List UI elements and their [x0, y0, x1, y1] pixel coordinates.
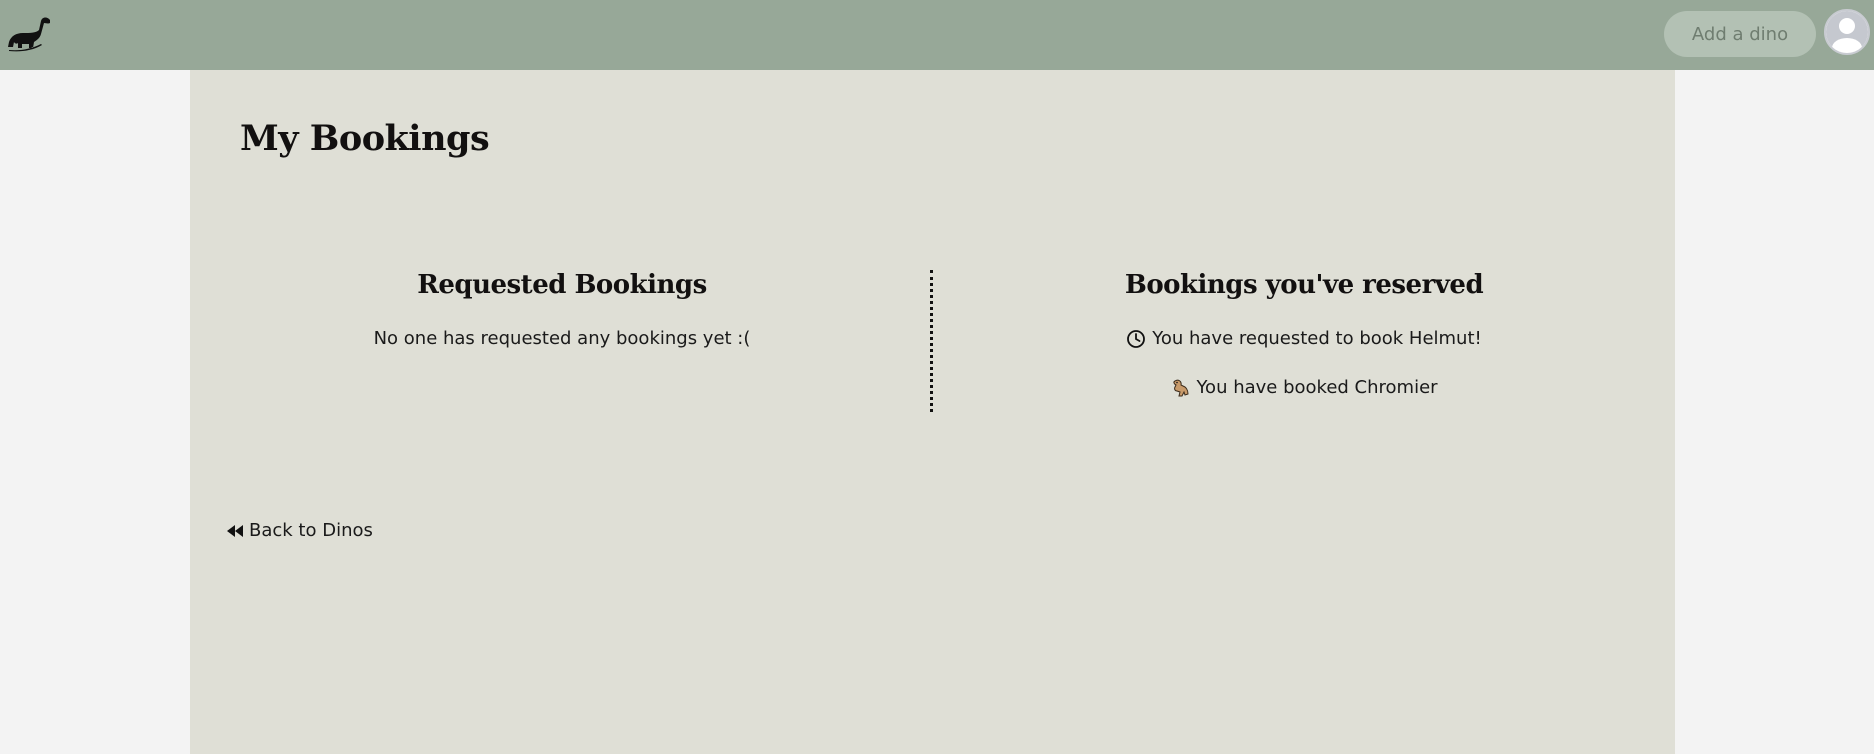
user-avatar-icon[interactable]	[1824, 9, 1870, 55]
reserved-bookings-section: Bookings you've reserved You have reques…	[938, 270, 1670, 426]
requested-bookings-heading: Requested Bookings	[417, 270, 707, 300]
requested-empty-message: No one has requested any bookings yet :(	[190, 328, 934, 349]
reserved-bookings-heading: Bookings you've reserved	[1124, 270, 1484, 300]
requested-empty-text: No one has requested any bookings yet :(	[373, 328, 751, 349]
dinosaur-icon	[1170, 378, 1190, 398]
reserved-booking-text: You have booked Chromier	[1196, 377, 1438, 398]
clock-icon	[1126, 329, 1146, 349]
column-divider	[930, 270, 933, 412]
add-dino-button[interactable]: Add a dino	[1664, 11, 1816, 57]
navbar: Add a dino	[0, 0, 1874, 70]
bookings-content: My Bookings Requested Bookings No one ha…	[190, 70, 1675, 754]
back-to-dinos-link[interactable]: Back to Dinos	[226, 520, 373, 541]
dinosaur-logo-icon[interactable]	[6, 14, 54, 52]
back-to-dinos-label: Back to Dinos	[249, 520, 373, 541]
reserved-booking-text: You have requested to book Helmut!	[1152, 328, 1482, 349]
page-title: My Bookings	[240, 118, 490, 159]
reserved-booking-item: You have requested to book Helmut!	[938, 328, 1670, 349]
rewind-icon	[226, 523, 244, 539]
reserved-booking-item: You have booked Chromier	[938, 377, 1670, 398]
requested-bookings-section: Requested Bookings No one has requested …	[190, 270, 934, 377]
